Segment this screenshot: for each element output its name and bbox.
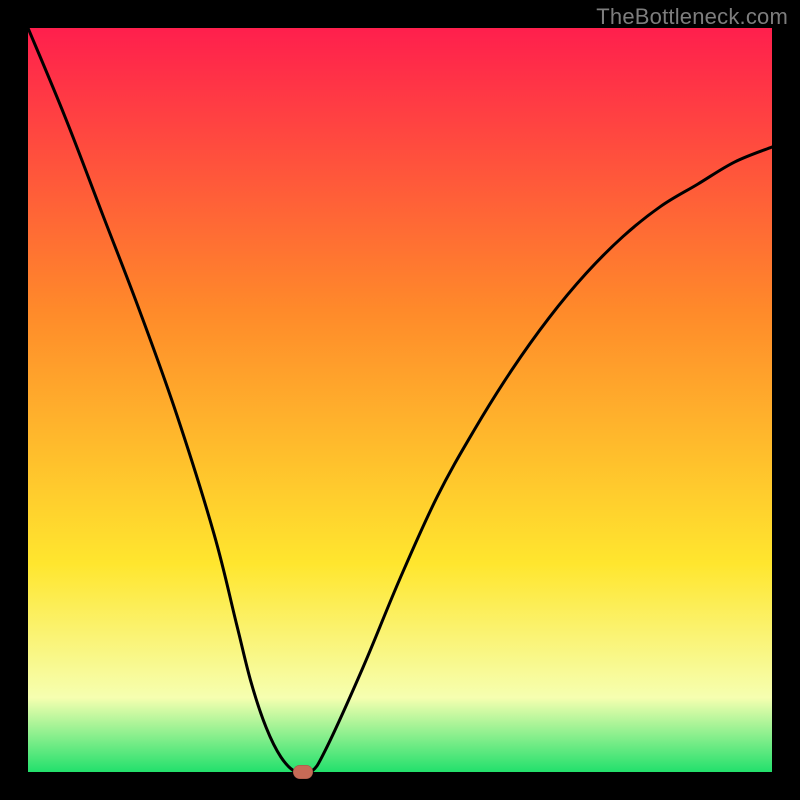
optimal-point-marker [293, 765, 313, 779]
plot-area [28, 28, 772, 772]
gradient-background [28, 28, 772, 772]
bottleneck-chart [28, 28, 772, 772]
stage: TheBottleneck.com [0, 0, 800, 800]
watermark-text: TheBottleneck.com [596, 4, 788, 30]
